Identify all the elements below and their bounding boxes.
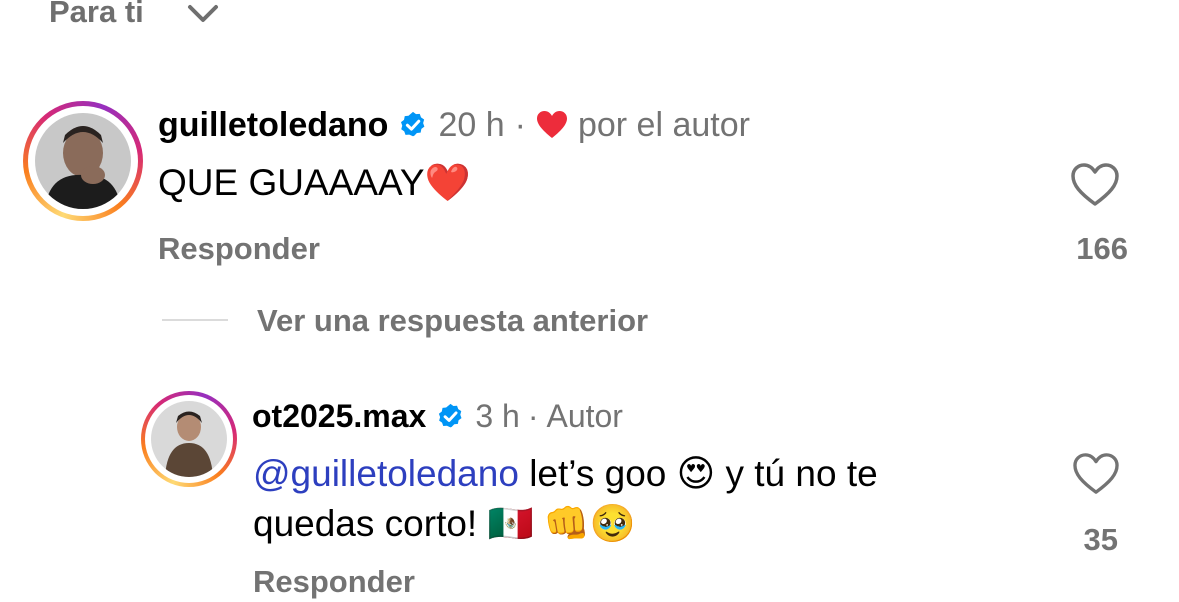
verified-badge-icon	[401, 111, 425, 137]
author-badge: Autor	[546, 398, 623, 434]
meta-separator: ·	[527, 398, 539, 434]
mention-link[interactable]: @guilletoledano	[253, 453, 519, 494]
heart-eyes-emoji: 😍	[676, 452, 716, 495]
verified-badge-icon	[439, 403, 462, 427]
chevron-down-icon[interactable]	[186, 2, 220, 24]
meta-separator: ·	[514, 106, 526, 144]
reply-text-part2: y tú no te	[715, 453, 878, 494]
mexico-flag-emoji: 🇲🇽	[487, 502, 534, 545]
comment-text-body: QUE GUAAAAY	[158, 162, 425, 203]
comment-text: QUE GUAAAAY❤️	[158, 158, 471, 208]
reply-username[interactable]: ot2025.max	[252, 396, 426, 436]
reply-text-line2: quedas corto!	[253, 503, 488, 544]
profile-photo	[35, 113, 131, 209]
pleading-face-emoji: 🥹	[589, 502, 636, 545]
like-heart-icon[interactable]	[1072, 452, 1120, 496]
reply-button[interactable]: Responder	[158, 229, 320, 269]
reply-meta: ot2025.max 3 h · Autor	[252, 396, 623, 436]
fist-emoji: 👊	[543, 502, 590, 545]
reply-time: 3 h	[475, 398, 520, 434]
reply-text: @guilletoledano let’s goo 😍 y tú no te q…	[253, 449, 1043, 549]
avatar[interactable]	[23, 101, 143, 221]
profile-photo	[151, 401, 227, 477]
view-previous-reply-button[interactable]: Ver una respuesta anterior	[257, 301, 648, 341]
emoji-space	[534, 503, 544, 544]
red-heart-icon	[536, 111, 567, 138]
comment-username[interactable]: guilletoledano	[158, 105, 388, 145]
like-count: 166	[1076, 231, 1128, 266]
sort-filter-label[interactable]: Para ti	[49, 0, 144, 32]
heart-emoji: ❤️	[424, 161, 471, 204]
avatar[interactable]	[141, 391, 237, 487]
comment-meta: guilletoledano 20 h · por el autor	[158, 105, 750, 145]
reply-button[interactable]: Responder	[253, 562, 415, 602]
reply-text-part1: let’s goo	[518, 453, 677, 494]
comment-time: 20 h	[438, 106, 505, 144]
like-count: 35	[1083, 522, 1118, 557]
replies-divider	[162, 319, 228, 321]
like-heart-icon[interactable]	[1070, 162, 1120, 208]
liked-by-author-text: por el autor	[577, 106, 750, 144]
